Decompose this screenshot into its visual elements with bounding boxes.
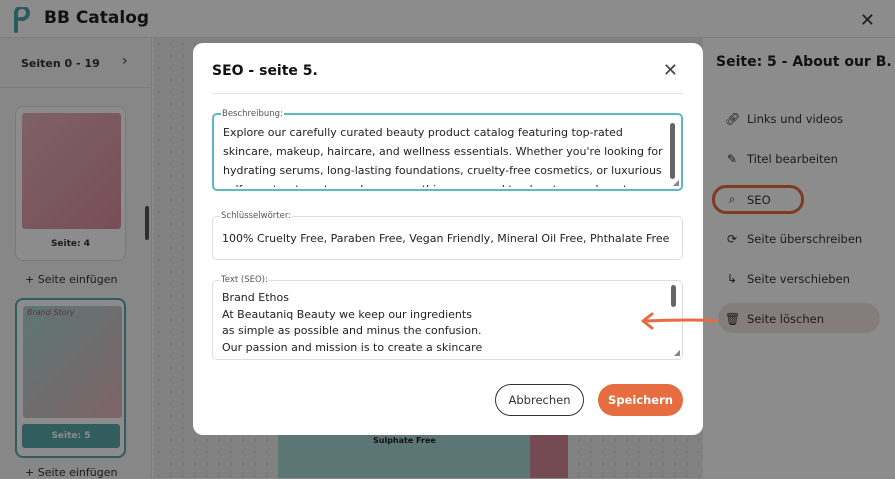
dialog-title: SEO - seite 5. (212, 63, 318, 79)
field-label: Schlüsselwörter: (220, 211, 293, 221)
keywords-text[interactable]: 100% Cruelty Free, Paraben Free, Vegan F… (222, 229, 670, 248)
keywords-field[interactable]: Schlüsselwörter: 100% Cruelty Free, Para… (212, 211, 683, 260)
save-button[interactable]: Speichern (598, 384, 683, 416)
field-scrollbar[interactable] (671, 285, 676, 307)
field-label: Text (SEO): (220, 275, 269, 285)
description-text[interactable]: Explore our carefully curated beauty pro… (223, 123, 663, 187)
arrow-left-icon (641, 312, 718, 330)
resize-handle-icon[interactable]: ◢ (673, 178, 679, 187)
description-field[interactable]: Beschreibung: Explore our carefully cura… (212, 109, 683, 191)
cancel-button[interactable]: Abbrechen (495, 384, 584, 416)
divider (212, 93, 683, 94)
close-icon[interactable]: ✕ (663, 60, 678, 81)
field-label: Beschreibung: (221, 109, 284, 119)
seo-dialog: SEO - seite 5. ✕ Beschreibung: Explore o… (193, 43, 703, 435)
field-scrollbar[interactable] (670, 123, 675, 179)
seo-text[interactable]: Brand Ethos At Beautaniq Beauty we keep … (222, 290, 664, 356)
seo-text-field[interactable]: Text (SEO): Brand Ethos At Beautaniq Bea… (212, 275, 683, 360)
app-window: BB Catalog ✕ Seiten 0 - 19 › Seite: 4 + … (0, 0, 895, 479)
resize-handle-icon[interactable]: ◢ (674, 348, 680, 357)
